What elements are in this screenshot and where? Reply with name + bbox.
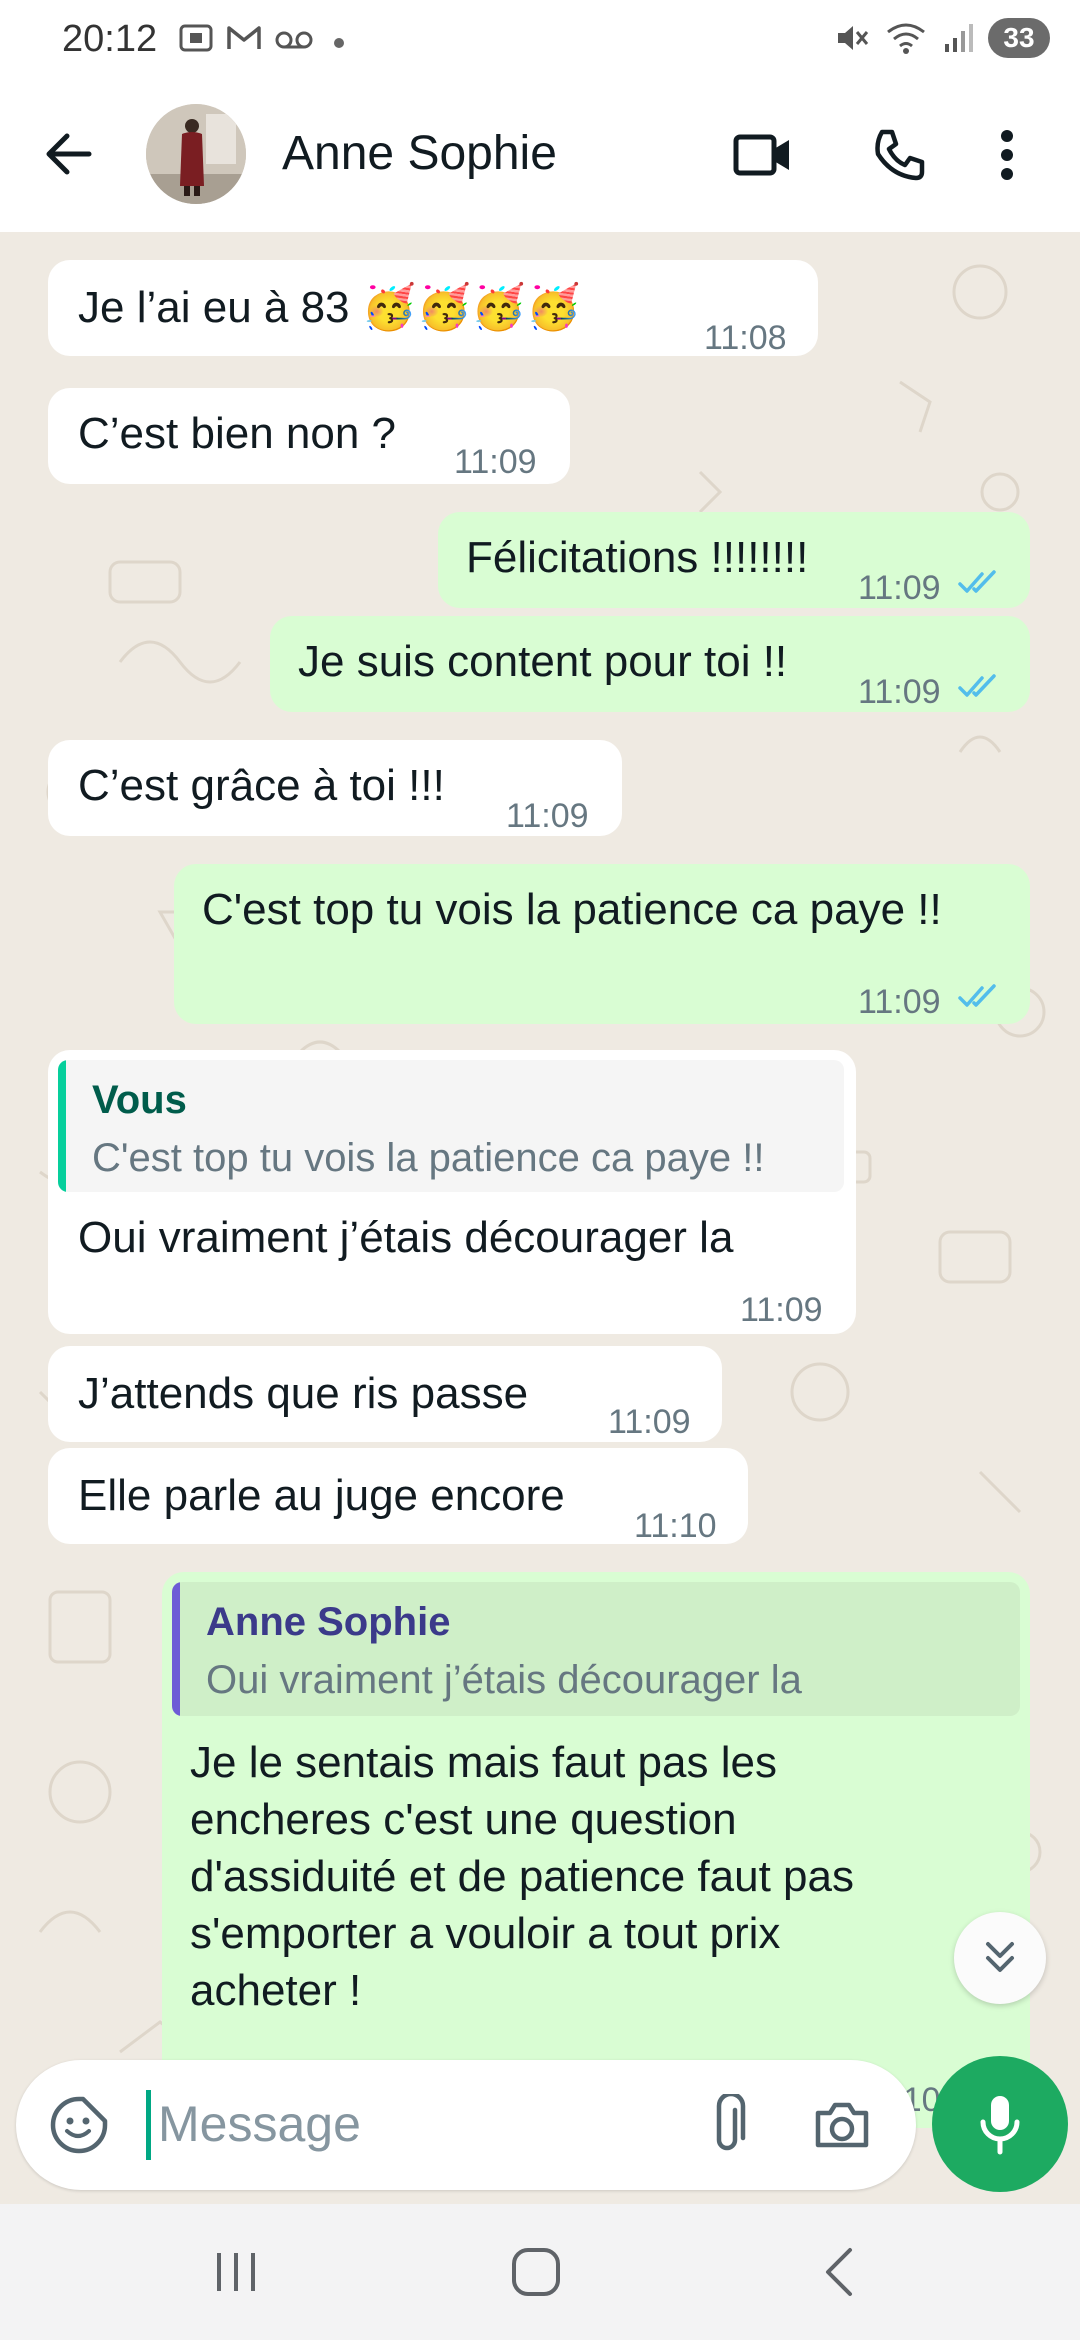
voice-call-button[interactable] — [864, 120, 934, 190]
screenshot-icon — [178, 22, 214, 63]
read-ticks-icon — [958, 674, 996, 697]
wifi-icon — [884, 20, 928, 56]
message-time: 11:09 — [858, 569, 941, 607]
notification-icons — [178, 22, 344, 63]
message-line: Je le sentais mais faut pas les — [190, 1738, 777, 1787]
message-bubble-outgoing[interactable]: C'est top tu vois la patience ca paye !!… — [174, 864, 1030, 1024]
contact-avatar[interactable] — [146, 104, 246, 204]
signal-icon — [942, 22, 974, 54]
chat-header: Anne Sophie — [0, 84, 1080, 232]
message-time: 11:10 — [634, 1507, 717, 1545]
voice-message-button[interactable] — [932, 2056, 1068, 2192]
message-bubble-outgoing[interactable]: Félicitations !!!!!!!! 11:09 — [438, 512, 1030, 608]
quote-accent-bar — [58, 1060, 66, 1192]
system-icons: 33 — [834, 18, 1050, 58]
message-bubble-incoming[interactable]: J’attends que ris passe 11:09 — [48, 1346, 722, 1442]
message-text: Je suis content pour toi !! — [298, 637, 788, 686]
message-bubble-incoming[interactable]: Elle parle au juge encore 11:10 — [48, 1448, 748, 1545]
message-time: 11:09 — [608, 1403, 691, 1441]
microphone-icon — [980, 2096, 1020, 2155]
quoted-message[interactable]: Anne Sophie Oui vraiment j’étais découra… — [172, 1582, 1020, 1716]
message-time: 11:08 — [704, 319, 787, 357]
quoted-author: Vous — [92, 1078, 187, 1122]
message-bubble-incoming-reply[interactable]: Vous C'est top tu vois la patience ca pa… — [48, 1050, 856, 1334]
phone-icon — [875, 129, 925, 181]
camera-button[interactable] — [804, 2090, 880, 2160]
message-composer — [16, 2060, 916, 2190]
read-ticks-icon — [958, 570, 996, 593]
message-bubble-incoming[interactable]: C’est bien non ? 11:09 — [48, 388, 570, 484]
message-bubble-incoming[interactable]: Je l’ai eu à 83 🥳🥳🥳🥳 11:08 — [48, 260, 818, 357]
emoji-button[interactable] — [44, 2090, 114, 2160]
message-text: Je l’ai eu à 83 🥳🥳🥳🥳 — [78, 283, 581, 332]
quoted-text: Oui vraiment j’étais décourager la — [206, 1658, 802, 1702]
more-vert-icon — [1001, 130, 1013, 180]
read-ticks-icon — [958, 984, 996, 1007]
message-line: encheres c'est une question — [190, 1795, 737, 1844]
message-bubble-outgoing[interactable]: Je suis content pour toi !! 11:09 — [270, 616, 1030, 712]
mute-icon — [834, 20, 870, 56]
home-button[interactable] — [496, 2242, 576, 2302]
contact-name[interactable]: Anne Sophie — [282, 126, 557, 181]
status-bar: 20:12 33 — [0, 0, 1080, 84]
message-text: Je le sentais mais faut pas les encheres… — [190, 1734, 854, 2019]
message-time: 11:09 — [506, 797, 589, 835]
message-line: d'assiduité et de patience faut pas — [190, 1852, 854, 1901]
message-time: 11:09 — [858, 673, 941, 711]
home-icon — [512, 2248, 560, 2296]
message-bubble-incoming[interactable]: C’est grâce à toi !!! 11:09 — [48, 740, 622, 836]
message-text: Oui vraiment j’étais décourager la — [78, 1213, 734, 1262]
message-text: Elle parle au juge encore — [78, 1471, 565, 1520]
message-line: s'emporter a vouloir a tout prix — [190, 1909, 781, 1958]
more-options-button[interactable] — [982, 120, 1032, 190]
message-text: C’est grâce à toi !!! — [78, 761, 445, 810]
message-text: Félicitations !!!!!!!! — [466, 533, 809, 582]
video-call-icon — [733, 134, 789, 176]
back-button[interactable] — [38, 124, 98, 184]
scroll-to-bottom-button[interactable] — [954, 1912, 1046, 2004]
message-input[interactable] — [158, 2084, 678, 2164]
message-time: 11:09 — [740, 1291, 823, 1329]
recent-apps-button[interactable] — [196, 2242, 276, 2302]
message-time: 11:09 — [858, 983, 941, 1021]
system-back-button[interactable] — [800, 2242, 880, 2302]
message-text: J’attends que ris passe — [78, 1369, 529, 1418]
message-line: acheter ! — [190, 1966, 362, 2015]
back-arrow-icon — [46, 133, 92, 175]
sticker-emoji-icon — [50, 2096, 108, 2154]
chat-area[interactable]: Je l’ai eu à 83 🥳🥳🥳🥳 11:08 C’est bien no… — [0, 232, 1080, 2204]
status-time: 20:12 — [62, 18, 158, 60]
message-text: C'est top tu vois la patience ca paye !! — [202, 885, 942, 934]
battery-indicator: 33 — [988, 18, 1050, 58]
message-time: 11:09 — [454, 443, 537, 481]
message-bubble-outgoing-reply[interactable]: Anne Sophie Oui vraiment j’étais découra… — [162, 1572, 1030, 2128]
paperclip-icon — [716, 2094, 746, 2151]
recent-apps-icon — [217, 2253, 255, 2291]
voicemail-icon — [274, 25, 314, 61]
message-text: C’est bien non ? — [78, 409, 396, 458]
video-call-button[interactable] — [728, 120, 798, 190]
more-notifications-dot — [334, 37, 344, 48]
system-navigation-bar — [0, 2204, 1080, 2340]
camera-icon — [815, 2102, 869, 2148]
attach-button[interactable] — [692, 2090, 762, 2160]
text-cursor — [146, 2090, 151, 2160]
quote-accent-bar — [172, 1582, 180, 1716]
quoted-message[interactable]: Vous C'est top tu vois la patience ca pa… — [58, 1060, 844, 1192]
gmail-icon — [226, 23, 262, 62]
double-chevron-down-icon — [986, 1942, 1014, 1972]
quoted-author: Anne Sophie — [206, 1600, 451, 1644]
chevron-left-icon — [826, 2248, 852, 2296]
quoted-text: C'est top tu vois la patience ca paye !! — [92, 1136, 765, 1180]
